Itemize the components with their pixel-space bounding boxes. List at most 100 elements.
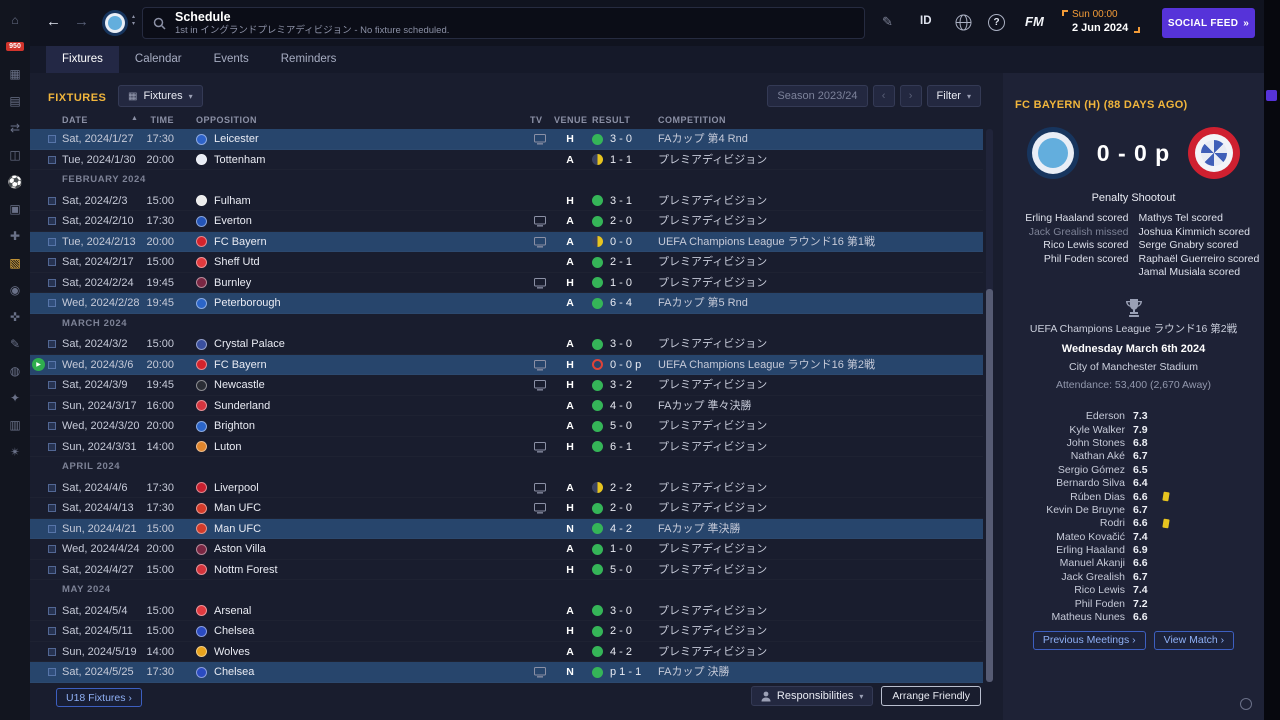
schedule-icon[interactable]: ▧: [0, 249, 30, 276]
player-rating-row[interactable]: Rodri 6.6: [1003, 517, 1264, 530]
player-rating-row[interactable]: Manuel Akanji 6.6: [1003, 557, 1264, 570]
col-date[interactable]: DATE: [62, 115, 88, 125]
player-name[interactable]: Rico Lewis: [1003, 584, 1125, 596]
opposition-name[interactable]: Wolves: [214, 642, 250, 663]
opposition-name[interactable]: Peterborough: [214, 293, 281, 314]
player-name[interactable]: Erling Haaland: [1003, 544, 1125, 556]
view-match-button[interactable]: View Match ›: [1153, 630, 1235, 650]
player-rating-row[interactable]: Matheus Nunes 6.6: [1003, 610, 1264, 623]
fixture-row[interactable]: Tue, 2024/2/13 20:00 FC Bayern A 0 - 0 UEFA C…: [30, 231, 983, 253]
player-rating-row[interactable]: Phil Foden 7.2: [1003, 597, 1264, 610]
opposition-name[interactable]: Brighton: [214, 416, 255, 437]
player-rating-row[interactable]: Rúben Dias 6.6: [1003, 490, 1264, 503]
player-rating-row[interactable]: Ederson 7.3: [1003, 410, 1264, 423]
opposition-name[interactable]: Nottm Forest: [214, 560, 278, 581]
player-name[interactable]: Jack Grealish: [1003, 571, 1125, 583]
fixture-row[interactable]: Sun, 2024/3/31 14:00 Luton H 6 - 1 プレミアディビジョン: [30, 437, 983, 458]
arrange-friendly-button[interactable]: Arrange Friendly: [881, 686, 981, 706]
opposition-name[interactable]: FC Bayern: [214, 355, 267, 376]
filter-dropdown[interactable]: Filter ▾: [926, 85, 981, 107]
player-rating-row[interactable]: Kevin De Bruyne 6.7: [1003, 503, 1264, 516]
col-result[interactable]: RESULT: [592, 115, 630, 125]
next-season-button[interactable]: ›: [899, 85, 922, 107]
fixture-row[interactable]: Sat, 2024/2/10 17:30 Everton A 2 - 0 プレミアディビジ…: [30, 211, 983, 232]
club-crest-icon[interactable]: [102, 10, 128, 36]
responsibilities-dropdown[interactable]: Responsibilities ▾: [750, 686, 874, 706]
opposition-name[interactable]: Tottenham: [214, 150, 265, 171]
edit-icon[interactable]: ✎: [882, 14, 893, 30]
opposition-name[interactable]: Liverpool: [214, 478, 259, 499]
league-icon[interactable]: ✦: [0, 384, 30, 411]
player-rating-row[interactable]: Bernardo Silva 6.4: [1003, 476, 1264, 489]
player-rating-row[interactable]: Mateo Kovačić 7.4: [1003, 530, 1264, 543]
fixture-row[interactable]: Sat, 2024/5/25 17:30 Chelsea Np 1 - 1 FAカップ …: [30, 662, 983, 683]
player-name[interactable]: Manuel Akanji: [1003, 557, 1125, 569]
opposition-name[interactable]: Aston Villa: [214, 539, 266, 560]
fixture-row[interactable]: ▶ Wed, 2024/3/6 20:00 FC Bayern H 0 - 0 p UEFA…: [30, 354, 983, 376]
fixture-row[interactable]: Sat, 2024/4/27 15:00 Nottm Forest H 5 - 0 プレミ…: [30, 560, 983, 581]
scouting-icon[interactable]: ✜: [0, 303, 30, 330]
club-switch-icon[interactable]: ▴ ▾: [132, 14, 135, 27]
opposition-name[interactable]: Arsenal: [214, 601, 251, 622]
u18-fixtures-button[interactable]: U18 Fixtures ›: [56, 688, 142, 707]
player-name[interactable]: Matheus Nunes: [1003, 611, 1125, 623]
col-opposition[interactable]: OPPOSITION: [196, 115, 257, 125]
opposition-name[interactable]: Man UFC: [214, 498, 261, 519]
inbox-icon[interactable]: 950: [0, 33, 30, 60]
col-tv[interactable]: TV: [530, 115, 543, 125]
player-name[interactable]: Phil Foden: [1003, 598, 1125, 610]
player-rating-row[interactable]: Sergio Gómez 6.5: [1003, 463, 1264, 476]
opposition-name[interactable]: Chelsea: [214, 662, 254, 683]
highlights-play-icon[interactable]: ▶: [32, 358, 45, 371]
squad-icon[interactable]: ▦: [0, 60, 30, 87]
manager-id-button[interactable]: ID: [920, 15, 932, 27]
competitions-icon[interactable]: ▣: [0, 195, 30, 222]
player-name[interactable]: Rodri: [1003, 517, 1125, 529]
fixture-row[interactable]: Wed, 2024/3/20 20:00 Brighton A 5 - 0 プレミアディビ…: [30, 416, 983, 437]
finances-icon[interactable]: ◍: [0, 357, 30, 384]
player-rating-row[interactable]: Kyle Walker 7.9: [1003, 423, 1264, 436]
opposition-name[interactable]: Luton: [214, 437, 242, 458]
player-name[interactable]: Bernardo Silva: [1003, 477, 1125, 489]
fixture-row[interactable]: Sat, 2024/2/24 19:45 Burnley H 1 - 0 プレミアディビジ…: [30, 273, 983, 294]
back-button[interactable]: ←: [46, 13, 61, 31]
fixture-row[interactable]: Sat, 2024/4/13 17:30 Man UFC H 2 - 0 プレミアディビジ…: [30, 498, 983, 519]
home-icon[interactable]: ⌂: [0, 6, 30, 33]
fixture-row[interactable]: Sat, 2024/3/2 15:00 Crystal Palace A 3 - 0 プレ…: [30, 334, 983, 355]
col-time[interactable]: TIME: [134, 115, 174, 125]
player-name[interactable]: Mateo Kovačić: [1003, 531, 1125, 543]
notes-icon[interactable]: ✎: [0, 330, 30, 357]
fixture-row[interactable]: Tue, 2024/1/30 20:00 Tottenham A 1 - 1 プレミアディ…: [30, 150, 983, 171]
player-rating-row[interactable]: Rico Lewis 7.4: [1003, 584, 1264, 597]
fixture-row[interactable]: Sat, 2024/4/6 17:30 Liverpool A 2 - 2 プレミアディビ…: [30, 478, 983, 499]
fixture-row[interactable]: Wed, 2024/4/24 20:00 Aston Villa A 1 - 0 プレミア…: [30, 539, 983, 560]
player-name[interactable]: Sergio Gómez: [1003, 464, 1125, 476]
report-icon[interactable]: ▤: [0, 87, 30, 114]
club-icon[interactable]: ◉: [0, 276, 30, 303]
table-scrollbar[interactable]: [986, 129, 993, 682]
fixture-row[interactable]: Sat, 2024/5/11 15:00 Chelsea H 2 - 0 プレミアディビジ…: [30, 621, 983, 642]
previous-meetings-button[interactable]: Previous Meetings ›: [1032, 630, 1146, 650]
player-name[interactable]: Nathan Aké: [1003, 450, 1125, 462]
medical-icon[interactable]: ✚: [0, 222, 30, 249]
transfers-icon[interactable]: ⇄: [0, 114, 30, 141]
opposition-name[interactable]: Sunderland: [214, 396, 270, 417]
data-hub-icon[interactable]: ▥: [0, 411, 30, 438]
forward-button[interactable]: →: [74, 13, 89, 31]
col-venue[interactable]: VENUE: [554, 115, 587, 125]
help-icon[interactable]: ?: [988, 14, 1005, 31]
fm-assistant-icon[interactable]: [1240, 698, 1252, 710]
player-name[interactable]: Kyle Walker: [1003, 424, 1125, 436]
season-selector[interactable]: Season 2023/24: [767, 85, 868, 107]
player-rating-row[interactable]: Nathan Aké 6.7: [1003, 450, 1264, 463]
opposition-name[interactable]: FC Bayern: [214, 232, 267, 253]
opposition-name[interactable]: Everton: [214, 211, 252, 232]
opposition-name[interactable]: Crystal Palace: [214, 334, 285, 355]
opposition-name[interactable]: Leicester: [214, 129, 259, 150]
analysis-icon[interactable]: ✴: [0, 438, 30, 465]
fixture-row[interactable]: Sat, 2024/2/3 15:00 Fulham H 3 - 1 プレミアディビジョン: [30, 191, 983, 212]
prev-season-button[interactable]: ‹: [872, 85, 895, 107]
player-name[interactable]: Kevin De Bruyne: [1003, 504, 1125, 516]
tab-reminders[interactable]: Reminders: [265, 46, 353, 73]
tab-events[interactable]: Events: [198, 46, 265, 73]
